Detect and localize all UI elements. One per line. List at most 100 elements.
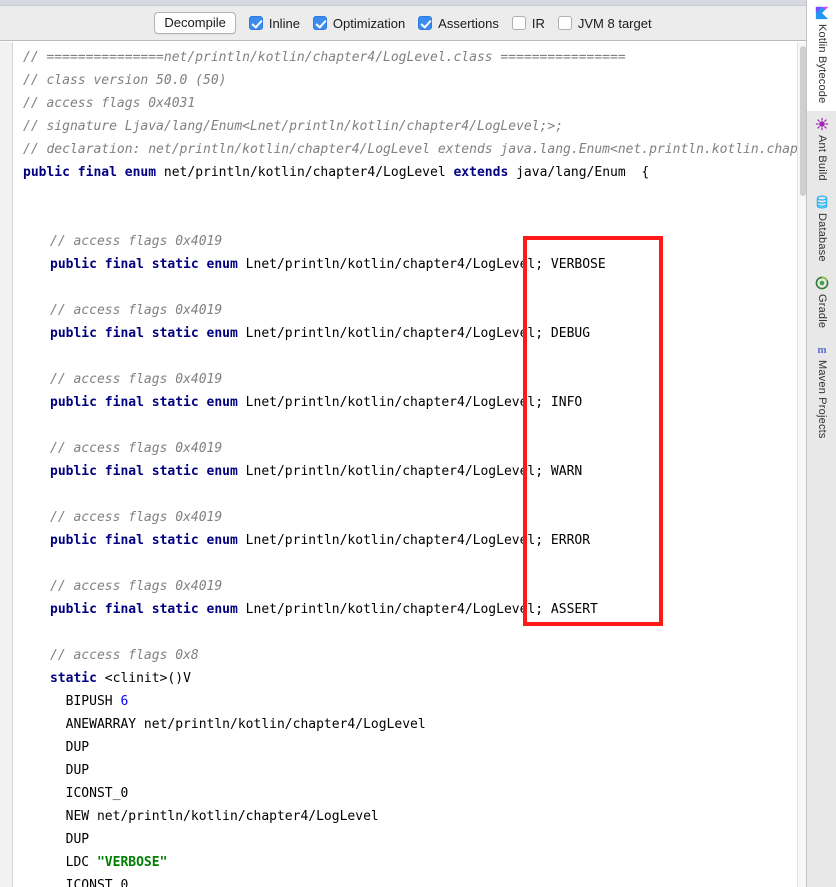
kotlin-icon [815, 6, 829, 20]
bytecode-editor[interactable]: // ===============net/println/kotlin/cha… [0, 42, 806, 887]
code-span-plain: DUP [50, 832, 90, 847]
code-span-kw: extends [453, 165, 517, 180]
code-span-plain: ICONST 0 [50, 878, 129, 887]
code-line: public final enum net/println/kotlin/cha… [14, 161, 806, 184]
code-line: DUP [14, 759, 806, 782]
code-span-cmt: // access flags 0x4019 [50, 234, 223, 249]
code-span-plain: DUP [50, 763, 90, 778]
checkbox-jvm-8-target[interactable]: JVM 8 target [557, 15, 652, 31]
checkbox-unchecked-icon[interactable] [511, 16, 526, 30]
toolbar-options-group: Inline Optimization Assertions IR JVM 8 targ… [236, 16, 652, 31]
code-span-cmt: // access flags 0x4019 [50, 579, 223, 594]
code-span-cmt: // access flags 0x4019 [50, 510, 223, 525]
code-span-cmt: // ===============net/println/kotlin/cha… [23, 50, 626, 65]
code-line: public final static enum Lnet/println/ko… [14, 529, 806, 552]
tool-tab-label: Gradle [816, 293, 828, 329]
checkbox-label: Assertions [438, 15, 499, 31]
tool-tab-label: Database [816, 213, 828, 262]
checkbox-ir[interactable]: IR [511, 16, 545, 31]
code-span-kw: static [50, 671, 105, 686]
code-span-plain: Lnet/println/kotlin/chapter4/LogLevel; W… [245, 464, 583, 479]
code-line: NEW net/println/kotlin/chapter4/LogLevel [14, 805, 806, 828]
checkbox-checked-icon[interactable] [248, 16, 263, 30]
code-span-cmt: // declaration: net/println/kotlin/chapt… [23, 142, 806, 157]
code-line: // access flags 0x4019 [14, 299, 806, 322]
code-span-kw: public final static enum [50, 326, 246, 341]
code-line: ICONST_0 [14, 782, 806, 805]
tool-tab-ant-build[interactable]: Ant Build [807, 111, 836, 189]
code-span-kw: public final enum [23, 165, 164, 180]
code-line: public final static enum Lnet/println/ko… [14, 598, 806, 621]
checkbox-optimization[interactable]: Optimization [312, 15, 406, 31]
code-line: DUP [14, 828, 806, 851]
code-line: // access flags 0x4019 [14, 575, 806, 598]
code-span-num: 6 [120, 694, 129, 709]
code-line: public final static enum Lnet/println/ko… [14, 460, 806, 483]
code-span-cmt: // access flags 0x4031 [23, 96, 196, 111]
code-span-plain: net/println/kotlin/chapter4/LogLevel [163, 165, 454, 180]
code-span-plain: Lnet/println/kotlin/chapter4/LogLevel; A… [245, 602, 598, 617]
code-span-plain: <clinit>()V [104, 671, 191, 686]
database-icon [815, 195, 829, 209]
checkbox-inline[interactable]: Inline [248, 15, 300, 31]
code-span-plain: NEW net/println/kotlin/chapter4/LogLevel [50, 809, 379, 824]
checkbox-checked-icon[interactable] [312, 16, 327, 30]
tool-tab-label: Ant Build [816, 135, 828, 182]
code-line: // access flags 0x4019 [14, 506, 806, 529]
code-line: // access flags 0x4019 [14, 368, 806, 391]
code-span-kw: public final static enum [50, 257, 246, 272]
code-line: // signature Ljava/lang/Enum<Lnet/printl… [14, 115, 806, 138]
tool-tab-kotlin-bytecode[interactable]: Kotlin Bytecode [807, 0, 836, 112]
code-line: // access flags 0x4019 [14, 230, 806, 253]
checkbox-label: Optimization [332, 15, 406, 31]
code-line: // ===============net/println/kotlin/cha… [14, 46, 806, 69]
bytecode-toolbar: Decompile Inline Optimization Assertions IR… [0, 6, 806, 41]
code-span-kw: public final static enum [50, 533, 246, 548]
checkbox-checked-icon[interactable] [418, 16, 433, 30]
kotlin-bytecode-tool-window: Decompile Inline Optimization Assertions IR… [0, 0, 836, 887]
code-line: // access flags 0x4031 [14, 92, 806, 115]
code-span-plain: Lnet/println/kotlin/chapter4/LogLevel; D… [245, 326, 591, 341]
code-span-plain: ICONST_0 [50, 786, 129, 801]
code-span-kw: public final static enum [50, 395, 246, 410]
checkbox-unchecked-icon[interactable] [557, 16, 572, 30]
code-line: public final static enum Lnet/println/ko… [14, 322, 806, 345]
decompile-button[interactable]: Decompile [154, 12, 236, 34]
code-span-plain: ANEWARRAY net/println/kotlin/chapter4/Lo… [50, 717, 426, 732]
gradle-icon [815, 276, 829, 290]
code-line: // class version 50.0 (50) [14, 69, 806, 92]
code-span-cmt: // access flags 0x8 [50, 648, 199, 663]
checkbox-label: JVM 8 target [577, 15, 652, 31]
code-line: // declaration: net/println/kotlin/chapt… [14, 138, 806, 161]
editor-vertical-scrollbar[interactable] [797, 42, 806, 887]
tool-tab-maven-projects[interactable]: m Maven Projects [807, 336, 836, 447]
code-line: public final static enum Lnet/println/ko… [14, 391, 806, 414]
code-line: public final static enum Lnet/println/ko… [14, 253, 806, 276]
code-line: LDC "VERBOSE" [14, 851, 806, 874]
maven-icon: m [815, 342, 829, 356]
code-span-cmt: // signature Ljava/lang/Enum<Lnet/printl… [23, 119, 564, 134]
bytecode-code-area[interactable]: // ===============net/println/kotlin/cha… [14, 42, 806, 887]
ant-icon [815, 117, 829, 131]
code-line: BIPUSH 6 [14, 690, 806, 713]
code-span-kw: public final static enum [50, 602, 246, 617]
code-span-plain: Lnet/println/kotlin/chapter4/LogLevel; V… [245, 257, 606, 272]
code-line: // access flags 0x8 [14, 644, 806, 667]
checkbox-assertions[interactable]: Assertions [418, 16, 499, 31]
checkbox-label: Inline [268, 15, 300, 31]
tool-tab-gradle[interactable]: Gradle [807, 270, 836, 336]
code-span-str: "VERBOSE" [96, 855, 168, 870]
code-span-cmt: // access flags 0x4019 [50, 372, 223, 387]
tool-tab-database[interactable]: Database [807, 189, 836, 270]
code-span-plain: LDC [50, 855, 97, 870]
right-tool-window-strip: Kotlin Bytecode Ant Build Database Gradle m M… [806, 0, 836, 887]
code-span-cmt: // access flags 0x4019 [50, 303, 223, 318]
